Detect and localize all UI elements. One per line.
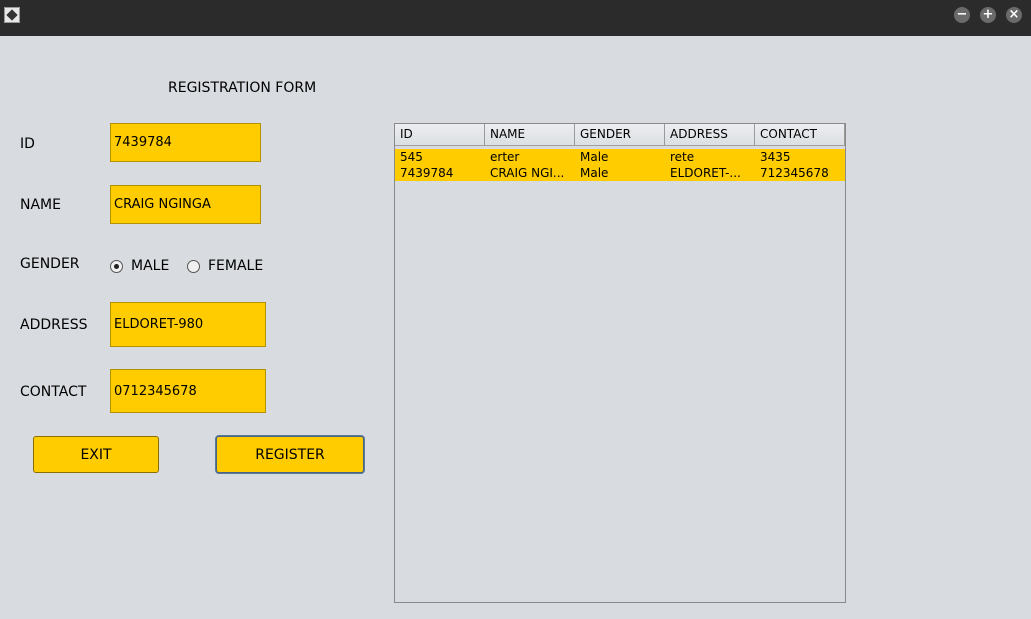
table-cell: rete xyxy=(670,150,695,164)
gender-female-label: FEMALE xyxy=(208,258,264,274)
close-icon[interactable]: × xyxy=(1006,7,1022,23)
table-cell: Male xyxy=(580,150,609,164)
contact-label: CONTACT xyxy=(20,384,87,400)
column-header-name[interactable]: NAME xyxy=(485,124,575,145)
id-field[interactable]: 7439784 xyxy=(110,123,261,162)
minimize-icon[interactable]: − xyxy=(954,7,970,23)
table-row[interactable]: 545 erter Male rete 3435 xyxy=(395,149,845,165)
address-label: ADDRESS xyxy=(20,317,88,333)
column-header-id[interactable]: ID xyxy=(395,124,485,145)
table-cell: CRAIG NGI... xyxy=(490,166,565,180)
name-field[interactable]: CRAIG NGINGA xyxy=(110,185,261,224)
radio-unselected-icon xyxy=(187,259,200,273)
table-cell: 3435 xyxy=(760,150,791,164)
column-header-address[interactable]: ADDRESS xyxy=(665,124,755,145)
gender-label: GENDER xyxy=(20,256,80,272)
exit-button[interactable]: EXIT xyxy=(33,436,159,473)
gender-male-label: MALE xyxy=(131,258,170,274)
radio-selected-icon xyxy=(110,259,123,273)
maximize-icon[interactable]: + xyxy=(980,7,996,23)
java-app-icon xyxy=(4,7,20,23)
registration-window: REGISTRATION FORM ID 7439784 NAME CRAIG … xyxy=(0,36,1031,619)
table-body: 545 erter Male rete 3435 7439784 CRAIG N… xyxy=(395,149,845,181)
contact-field[interactable]: 0712345678 xyxy=(110,369,266,413)
address-field[interactable]: ELDORET-980 xyxy=(110,302,266,347)
gender-male-radio[interactable]: MALE xyxy=(110,258,169,274)
form-title: REGISTRATION FORM xyxy=(168,80,317,96)
table-cell: 712345678 xyxy=(760,166,829,180)
records-table[interactable]: ID NAME GENDER ADDRESS CONTACT 545 erter… xyxy=(394,123,846,603)
id-label: ID xyxy=(20,136,35,152)
column-header-gender[interactable]: GENDER xyxy=(575,124,665,145)
table-cell: erter xyxy=(490,150,520,164)
table-cell: 7439784 xyxy=(400,166,454,180)
table-header: ID NAME GENDER ADDRESS CONTACT xyxy=(395,124,845,146)
gender-female-radio[interactable]: FEMALE xyxy=(187,258,263,274)
title-bar: − + × xyxy=(0,0,1031,36)
register-button[interactable]: REGISTER xyxy=(216,436,364,473)
table-cell: 545 xyxy=(400,150,423,164)
table-row[interactable]: 7439784 CRAIG NGI... Male ELDORET-... 71… xyxy=(395,165,845,181)
table-cell: ELDORET-... xyxy=(670,166,741,180)
column-header-contact[interactable]: CONTACT xyxy=(755,124,845,145)
name-label: NAME xyxy=(20,197,61,213)
table-cell: Male xyxy=(580,166,609,180)
